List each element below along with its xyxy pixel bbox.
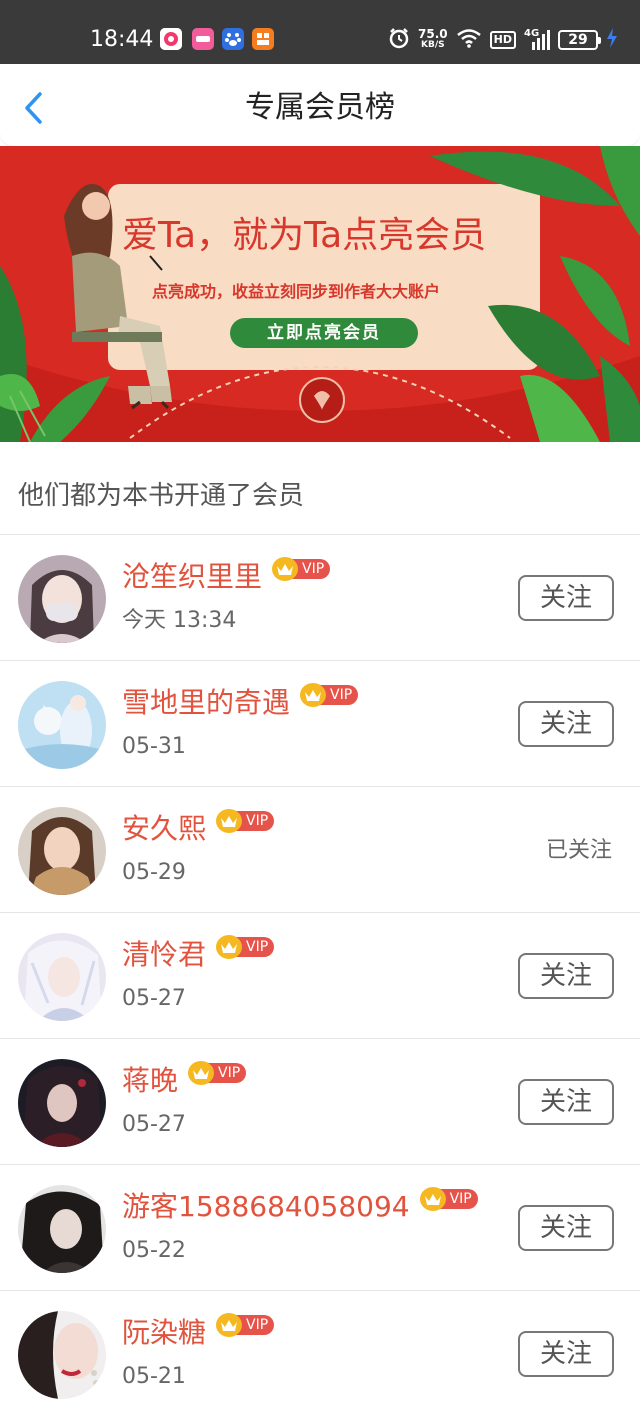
vip-badge: VIP [272, 557, 331, 581]
nav-bar: 专属会员榜 [0, 64, 640, 146]
follow-button[interactable]: 关注 [518, 1079, 614, 1125]
member-name-line: 雪地里的奇遇 VIP [122, 683, 359, 723]
avatar[interactable] [18, 1185, 106, 1273]
follow-button[interactable]: 关注 [518, 701, 614, 747]
promo-banner[interactable]: 爱Ta，就为Ta点亮会员 点亮成功，收益立刻同步到作者大大账户 立即点亮会员 [0, 146, 640, 442]
list-item[interactable]: 蒋晚 VIP 05-27 关注 [0, 1038, 640, 1164]
page-title: 专属会员榜 [245, 90, 395, 125]
member-name[interactable]: 沧笙织里里 [122, 557, 262, 597]
member-name[interactable]: 蒋晚 [122, 1061, 178, 1101]
status-indicators: 75.0 KB/S HD 4G 29 [388, 24, 618, 56]
crown-icon [419, 1187, 446, 1211]
avatar[interactable] [18, 555, 106, 643]
followed-status[interactable]: 已关注 [546, 835, 612, 867]
network-speed-unit: KB/S [421, 40, 445, 50]
crown-icon [216, 809, 243, 833]
crown-icon [216, 935, 243, 959]
avatar[interactable] [18, 1311, 106, 1399]
member-name-line: 安久熙 VIP [122, 809, 275, 849]
avatar[interactable] [18, 681, 106, 769]
vip-badge: VIP [419, 1187, 478, 1211]
section-title: 他们都为本书开通了会员 [18, 481, 305, 511]
member-date: 05-22 [122, 1238, 186, 1263]
member-name-line: 蒋晚 VIP [122, 1061, 247, 1101]
list-item[interactable]: 沧笙织里里 VIP 今天 13:34 关注 [0, 534, 640, 660]
follow-button[interactable]: 关注 [518, 953, 614, 999]
member-name-line: 沧笙织里里 VIP [122, 557, 331, 597]
member-date: 05-27 [122, 1112, 186, 1137]
status-time: 18:44 [90, 27, 154, 52]
member-name-line: 清怜君 VIP [122, 935, 275, 975]
member-date: 05-27 [122, 986, 186, 1011]
vip-badge: VIP [216, 1313, 275, 1337]
member-date: 05-21 [122, 1364, 186, 1389]
avatar[interactable] [18, 933, 106, 1021]
orange-app-icon [252, 28, 274, 50]
list-item[interactable]: 雪地里的奇遇 VIP 05-31 关注 [0, 660, 640, 786]
follow-button[interactable]: 关注 [518, 1331, 614, 1377]
member-name[interactable]: 游客1588684058094 [122, 1187, 410, 1227]
hd-badge: HD [489, 31, 516, 49]
member-list: 沧笙织里里 VIP 今天 13:34 关注 雪地里的奇遇 VIP 05-31 关… [0, 534, 640, 1416]
charging-icon [606, 28, 618, 52]
baidu-icon [222, 28, 244, 50]
member-name-line: 阮染糖 VIP [122, 1313, 275, 1353]
member-name[interactable]: 清怜君 [122, 935, 206, 975]
avatar[interactable] [18, 807, 106, 895]
member-date: 05-29 [122, 860, 186, 885]
list-item[interactable]: 游客1588684058094 VIP 05-22 关注 [0, 1164, 640, 1290]
crown-icon [300, 683, 327, 707]
follow-button[interactable]: 关注 [518, 1205, 614, 1251]
member-name-line: 游客1588684058094 VIP [122, 1187, 478, 1227]
banner-headline: 爱Ta，就为Ta点亮会员 [122, 215, 487, 256]
follow-button[interactable]: 关注 [518, 575, 614, 621]
signal-icon: 4G [524, 28, 550, 50]
crown-icon [188, 1061, 215, 1085]
member-name[interactable]: 阮染糖 [122, 1313, 206, 1353]
vip-badge: VIP [216, 935, 275, 959]
status-bar: 18:44 75.0 KB/S HD 4G 29 [0, 0, 640, 64]
vip-badge: VIP [188, 1061, 247, 1085]
vip-badge: VIP [216, 809, 275, 833]
list-item[interactable]: 清怜君 VIP 05-27 关注 [0, 912, 640, 1038]
member-date: 05-31 [122, 734, 186, 759]
avatar[interactable] [18, 1059, 106, 1147]
pink-app-icon [160, 28, 182, 50]
list-item[interactable]: 阮染糖 VIP 05-21 关注 [0, 1290, 640, 1416]
battery-indicator: 29 [558, 30, 601, 50]
light-up-membership-button[interactable]: 立即点亮会员 [230, 318, 418, 348]
network-speed: 75.0 KB/S [418, 27, 448, 51]
crown-icon [216, 1313, 243, 1337]
list-item[interactable]: 安久熙 VIP 05-29 已关注 [0, 786, 640, 912]
magenta-app-icon [192, 28, 214, 50]
vip-badge: VIP [300, 683, 359, 707]
crown-icon [272, 557, 299, 581]
network-speed-value: 75.0 [418, 27, 448, 41]
alarm-icon [388, 27, 410, 53]
member-name[interactable]: 雪地里的奇遇 [122, 683, 290, 723]
member-date: 今天 13:34 [122, 608, 237, 633]
wifi-icon [456, 28, 482, 52]
banner-subtitle: 点亮成功，收益立刻同步到作者大大账户 [152, 282, 441, 301]
member-name[interactable]: 安久熙 [122, 809, 206, 849]
